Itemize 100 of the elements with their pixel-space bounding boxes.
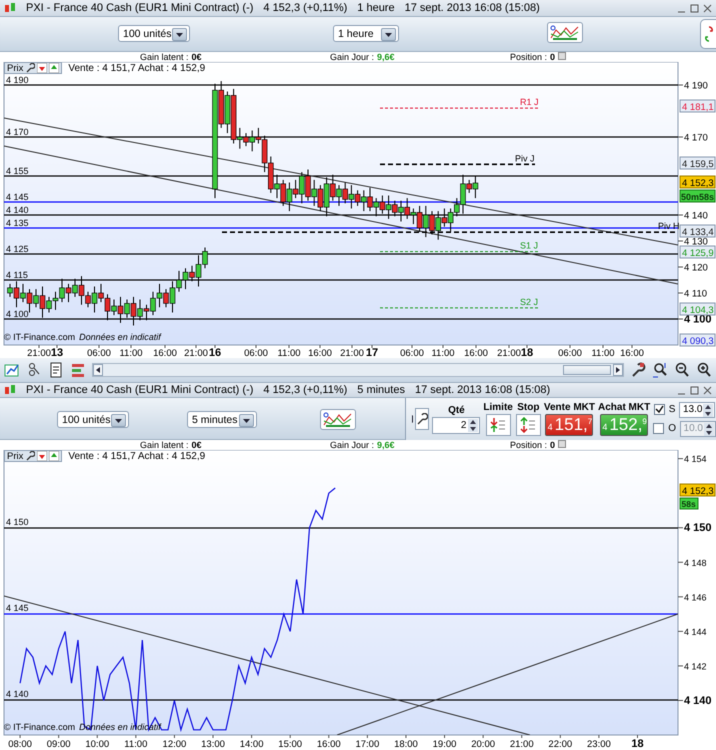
calculator-icon bbox=[558, 52, 566, 60]
axis-label: 4 170 bbox=[684, 132, 708, 144]
level-label: 4 145 bbox=[6, 192, 29, 202]
time-label: 06:00 bbox=[400, 348, 424, 358]
dropdown[interactable]: 100 unités bbox=[57, 411, 130, 428]
level-label: 4 100 bbox=[6, 309, 29, 319]
close-icon[interactable] bbox=[703, 4, 712, 12]
time-label: 17 bbox=[366, 347, 378, 358]
time-label: 06:00 bbox=[244, 348, 268, 358]
axis-label: 4 150 bbox=[684, 522, 712, 534]
time-label: 09:00 bbox=[46, 739, 71, 750]
checkbox[interactable] bbox=[654, 404, 665, 415]
wrench-icon[interactable] bbox=[25, 451, 36, 461]
time-label: 18 bbox=[520, 347, 534, 358]
axis-label: 4 120 bbox=[684, 262, 708, 274]
gain-label: Position : bbox=[510, 440, 548, 450]
close-icon[interactable] bbox=[703, 386, 712, 394]
wrench-icon[interactable] bbox=[25, 63, 36, 73]
checkmark-icon bbox=[654, 405, 664, 414]
time-label: 21:00 bbox=[184, 348, 208, 358]
time-label: 15:00 bbox=[278, 739, 302, 750]
time-label: 16:00 bbox=[464, 348, 488, 358]
drawing-tool-icon[interactable] bbox=[26, 362, 42, 378]
dropdown[interactable]: 100 unités bbox=[118, 25, 190, 42]
pivot-label: R1 J bbox=[520, 97, 539, 108]
time-label: 20:00 bbox=[471, 739, 496, 750]
gain-value: 0 bbox=[550, 52, 556, 62]
side-panel-tab[interactable] bbox=[700, 19, 716, 49]
quantity-label: Qté bbox=[448, 404, 465, 416]
time-label: 11:00 bbox=[591, 348, 615, 358]
wrench-icon[interactable] bbox=[630, 362, 646, 378]
down-arrow-icon[interactable] bbox=[37, 451, 48, 461]
time-label: 19:00 bbox=[432, 739, 456, 750]
time-label: 21:00 bbox=[510, 739, 534, 750]
time-label: 08:00 bbox=[8, 739, 32, 750]
chart-icon[interactable] bbox=[4, 362, 20, 378]
up-arrow-icon[interactable] bbox=[49, 63, 60, 73]
candles-icon bbox=[4, 2, 16, 14]
axis-label: 4 148 bbox=[684, 558, 707, 568]
zoom-out-icon[interactable] bbox=[674, 362, 690, 378]
indicators-button[interactable] bbox=[547, 22, 583, 43]
time-label: 18:00 bbox=[394, 739, 418, 750]
limit-label: Limite bbox=[483, 402, 513, 413]
time-label: 16 bbox=[208, 347, 222, 358]
checkbox-label: S bbox=[668, 404, 676, 415]
caret-icon bbox=[242, 418, 250, 422]
number-field[interactable]: 13.0 bbox=[679, 402, 716, 418]
level-label: 4 170 bbox=[6, 127, 29, 137]
limit-order-button[interactable] bbox=[486, 414, 511, 436]
copyright-text: © IT-Finance.com bbox=[4, 332, 76, 342]
dropdown[interactable]: 5 minutes bbox=[187, 411, 257, 428]
caret-icon bbox=[176, 32, 184, 36]
gain-value: 9,6€ bbox=[377, 52, 395, 62]
time-label: 21:00 bbox=[497, 348, 521, 358]
maximize-icon[interactable] bbox=[690, 386, 699, 394]
axis-label: 4 130 bbox=[684, 236, 708, 248]
axis-label: 4 144 bbox=[684, 626, 707, 637]
spinner-arrows-icon[interactable] bbox=[703, 404, 714, 416]
indicators-button[interactable] bbox=[320, 409, 356, 430]
stop-label: Stop bbox=[517, 402, 540, 413]
level-label: 4 125 bbox=[6, 244, 29, 254]
price-tag: 4 090,3 bbox=[680, 334, 716, 347]
price-tag: 4 104,3 bbox=[680, 302, 716, 316]
time-label: 21:00 bbox=[340, 348, 364, 358]
level-label: 4 140 bbox=[6, 205, 29, 215]
down-arrow-icon[interactable] bbox=[37, 63, 48, 73]
zoom-fit-icon[interactable] bbox=[652, 362, 668, 378]
axis-label: 4 110 bbox=[684, 288, 708, 300]
time-label: 11:00 bbox=[277, 348, 301, 358]
time-label: 21:00 bbox=[27, 348, 51, 358]
scroll-right-button[interactable] bbox=[613, 364, 623, 376]
time-label: 16:00 bbox=[316, 739, 341, 750]
scroll-left-button[interactable] bbox=[93, 364, 103, 376]
spinner-arrows-icon[interactable] bbox=[468, 418, 478, 432]
order-arrows-icon bbox=[490, 417, 506, 433]
gain-label: Position : bbox=[510, 52, 548, 62]
stop-order-button[interactable] bbox=[516, 414, 541, 436]
quantity-field[interactable]: 2 bbox=[432, 416, 480, 434]
countdown-tag: 58s bbox=[680, 498, 698, 510]
bars-icon[interactable] bbox=[70, 362, 86, 378]
current-price-tag: 4 152,3 bbox=[680, 176, 716, 189]
window-title: PXI - France 40 Cash (EUR1 Mini Contract) (-) bbox=[26, 384, 254, 396]
indicator-chart-icon bbox=[323, 412, 353, 428]
checkbox-label: O bbox=[668, 423, 676, 434]
price-tag: 4 181,1 bbox=[680, 100, 716, 113]
document-icon[interactable] bbox=[48, 362, 64, 378]
up-arrow-icon[interactable] bbox=[49, 451, 60, 461]
zoom-in-icon[interactable] bbox=[696, 362, 712, 378]
dropdown[interactable]: 1 heure bbox=[333, 25, 399, 42]
sell-label: Vente MKT bbox=[544, 402, 595, 413]
scrollbar[interactable] bbox=[92, 363, 624, 377]
axis-label: 4 190 bbox=[684, 80, 708, 92]
time-label: 16:00 bbox=[620, 348, 644, 358]
gain-value: 9,6€ bbox=[377, 440, 395, 450]
level-label: 4 135 bbox=[6, 218, 29, 228]
caret-icon bbox=[115, 418, 122, 422]
maximize-icon[interactable] bbox=[690, 4, 699, 12]
price-tag: 4 133,4 bbox=[680, 224, 716, 238]
scroll-thumb[interactable] bbox=[563, 365, 611, 375]
settings-button[interactable] bbox=[415, 408, 430, 430]
